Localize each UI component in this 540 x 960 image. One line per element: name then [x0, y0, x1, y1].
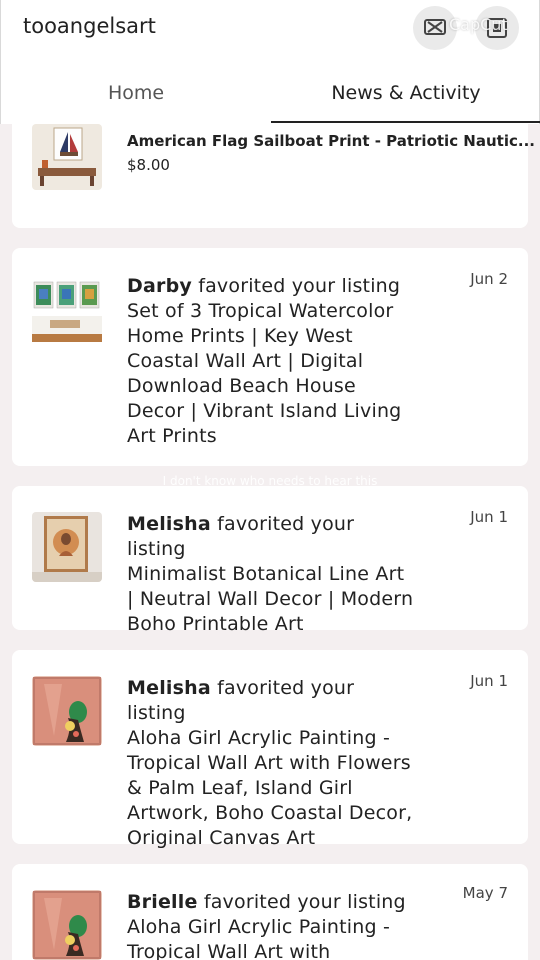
activity-action: favorited your listing — [191, 275, 401, 297]
listing-title[interactable]: Set of 3 Tropical Watercolor Home Prints… — [127, 299, 417, 449]
listing-thumbnail — [32, 676, 102, 746]
tab-bar: Home News & Activity — [0, 64, 540, 124]
listing-title[interactable]: Aloha Girl Acrylic Painting - Tropical W… — [127, 915, 417, 960]
listing-thumbnail — [32, 124, 102, 190]
activity-card[interactable]: Melisha favorited your listing Minimalis… — [12, 486, 528, 635]
listing-thumbnail — [32, 890, 102, 960]
listing-thumbnail — [32, 512, 102, 582]
activity-date: May 7 — [462, 884, 508, 902]
listing-title[interactable]: Aloha Girl Acrylic Painting - Tropical W… — [127, 726, 417, 851]
activity-text[interactable]: Darby favorited your listing Set of 3 Tr… — [127, 274, 417, 449]
shop-name[interactable]: tooangelsart — [23, 14, 156, 38]
tab-news-activity[interactable]: News & Activity — [271, 64, 540, 121]
listing-card[interactable]: American Flag Sailboat Print - Patriotic… — [12, 124, 535, 228]
user-name[interactable]: Melisha — [127, 513, 211, 535]
user-name[interactable]: Darby — [127, 275, 192, 297]
user-name[interactable]: Brielle — [127, 891, 198, 913]
user-name[interactable]: Melisha — [127, 677, 211, 699]
activity-feed[interactable]: American Flag Sailboat Print - Patriotic… — [0, 124, 540, 960]
activity-card[interactable]: Darby favorited your listing Set of 3 Tr… — [12, 248, 528, 466]
listing-title[interactable]: Minimalist Botanical Line Art | Neutral … — [127, 562, 417, 637]
listing-thumbnail — [32, 276, 102, 346]
activity-action: favorited your listing — [197, 891, 406, 913]
activity-text[interactable]: Melisha favorited your listing Minimalis… — [127, 512, 417, 637]
activity-date: Jun 1 — [470, 508, 508, 526]
active-tab-indicator — [271, 121, 540, 123]
activity-text[interactable]: Brielle favorited your listing Aloha Gir… — [127, 890, 417, 960]
activity-card[interactable]: Brielle favorited your listing Aloha Gir… — [12, 864, 528, 960]
app-header: tooangelsart CapCut — [0, 0, 540, 64]
activity-card[interactable]: Melisha favorited your listing Aloha Gir… — [12, 650, 528, 849]
listing-title[interactable]: American Flag Sailboat Print - Patriotic… — [127, 132, 535, 150]
tab-home[interactable]: Home — [1, 64, 271, 121]
watermark: CapCut — [449, 15, 508, 34]
activity-text[interactable]: Melisha favorited your listing Aloha Gir… — [127, 676, 417, 851]
activity-date: Jun 2 — [470, 270, 508, 288]
activity-date: Jun 1 — [470, 672, 508, 690]
listing-price: $8.00 — [127, 156, 170, 174]
